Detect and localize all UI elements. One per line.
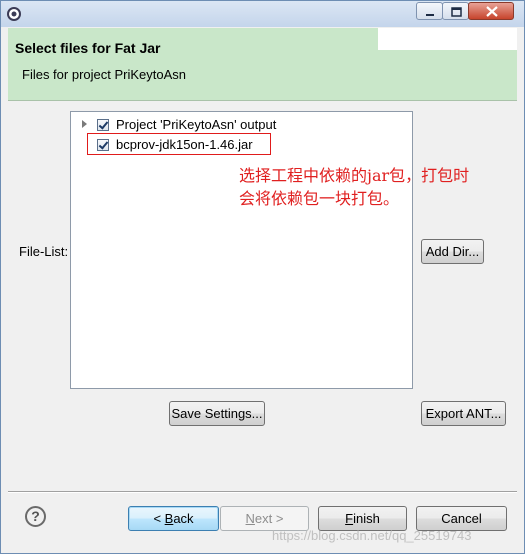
title-bar[interactable] (1, 1, 524, 27)
app-icon (7, 7, 21, 21)
minimize-button[interactable] (416, 2, 443, 20)
finish-mnemonic: F (345, 511, 354, 526)
annotation-text: 选择工程中依赖的jar包，打包时 会将依赖包一块打包。 (239, 164, 525, 210)
next-mnemonic: N (245, 511, 255, 526)
file-list-label: File-List: (19, 244, 69, 259)
finish-rest: inish (353, 511, 380, 526)
watermark: https://blog.csdn.net/qq_25519743 (272, 528, 472, 543)
help-icon[interactable]: ? (25, 506, 46, 527)
tree-item-label: Project 'PriKeytoAsn' output (116, 117, 277, 132)
checkbox-icon[interactable] (97, 119, 109, 131)
fat-jar-dialog: Select files for Fat Jar Files for proje… (0, 0, 525, 554)
add-dir-button[interactable]: Add Dir... (421, 239, 484, 264)
wizard-header: Select files for Fat Jar Files for proje… (8, 28, 517, 101)
wizard-title: Select files for Fat Jar (15, 40, 161, 56)
save-settings-button[interactable]: Save Settings... (169, 401, 265, 426)
export-ant-button[interactable]: Export ANT... (421, 401, 506, 426)
close-button[interactable] (468, 2, 514, 20)
footer-separator (8, 491, 517, 493)
wizard-subtitle: Files for project PriKeytoAsn (22, 67, 187, 82)
annotation-line-2: 会将依赖包一块打包。 (239, 189, 400, 208)
header-banner-area (378, 28, 517, 50)
expand-arrow-icon[interactable] (82, 120, 87, 128)
next-rest: ext > (254, 511, 284, 526)
back-rest: ack (173, 511, 194, 526)
maximize-button[interactable] (442, 2, 469, 20)
annotation-line-1: 选择工程中依赖的jar包，打包时 (239, 166, 470, 185)
tree-item-project-output[interactable]: Project 'PriKeytoAsn' output (71, 116, 401, 134)
highlight-box (87, 133, 271, 155)
back-button[interactable]: < Back (128, 506, 219, 531)
close-icon (486, 6, 498, 17)
back-prefix: < (153, 511, 165, 526)
minimize-icon (426, 14, 434, 16)
maximize-icon (451, 7, 462, 17)
